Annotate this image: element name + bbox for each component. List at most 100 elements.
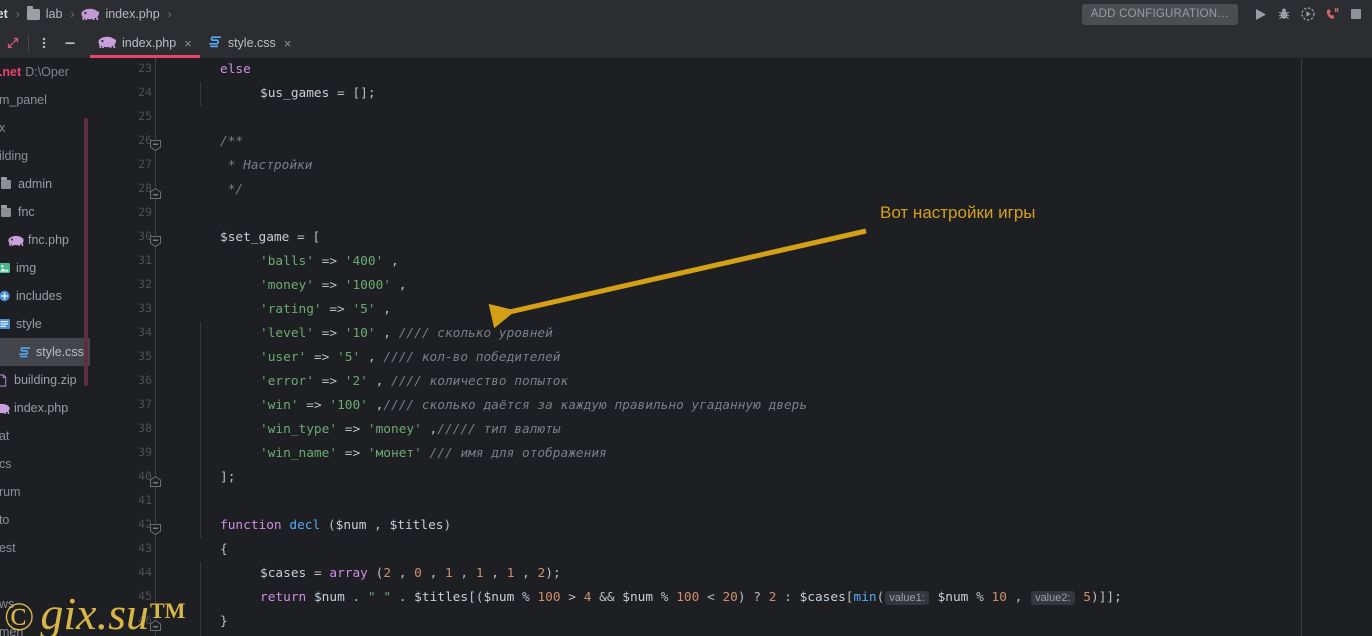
tree-item-b[interactable]: b [0, 562, 90, 590]
code-token: , [391, 278, 407, 293]
tree-item-index-php[interactable]: index.php [0, 394, 90, 422]
breadcrumb-item-lab[interactable]: lab [45, 7, 64, 21]
code-token: [( [468, 590, 484, 605]
code-token: $num [313, 590, 345, 605]
code-token: 0 [414, 566, 422, 581]
run-button[interactable] [1248, 2, 1272, 26]
code-line: 'win_name' => 'монет' /// имя для отобра… [180, 442, 607, 466]
debug-button[interactable] [1272, 2, 1296, 26]
project-tree-scrollbar[interactable] [84, 118, 88, 386]
code-token: 10 [991, 590, 1007, 605]
code-token: '10' [344, 326, 376, 341]
code-token: //// количество попыток [391, 374, 569, 389]
tree-item-img[interactable]: img [0, 254, 90, 282]
code-token: else [220, 62, 251, 77]
fold-collapse-icon[interactable] [149, 235, 162, 248]
editor-gutter[interactable]: 23 24 25 26 27 28 29 30 31 32 33 34 35 3… [90, 58, 180, 636]
tree-item-hat[interactable]: hat [0, 422, 90, 450]
toolbar-divider [28, 35, 29, 51]
code-token: = [329, 86, 353, 101]
code-token: )]]; [1090, 590, 1122, 605]
tree-item-label: style.css [36, 345, 84, 359]
fold-collapse-icon[interactable] [149, 475, 162, 488]
tree-root-path: D:\Oper [25, 65, 69, 79]
tree-item-label: building.zip [14, 373, 77, 387]
code-token: $us_games [260, 86, 330, 101]
code-line: $set_game = [ [180, 226, 320, 250]
code-token: . [344, 590, 368, 605]
stop-button[interactable] [1344, 2, 1368, 26]
breadcrumb-item-indexphp[interactable]: index.php [104, 7, 160, 21]
tree-item-admin[interactable]: admin [0, 170, 90, 198]
tree-item-orum[interactable]: orum [0, 478, 90, 506]
hide-panel-icon[interactable] [0, 30, 26, 56]
code-token: value1: [885, 591, 929, 605]
code-editor[interactable]: 23 24 25 26 27 28 29 30 31 32 33 34 35 3… [90, 58, 1372, 636]
tree-item-uest[interactable]: uest [0, 534, 90, 562]
line-number: 29 [138, 205, 152, 219]
tree-item-hmen[interactable]: hmen [0, 618, 90, 636]
code-token: ) ? [737, 590, 769, 605]
code-token: , [1006, 590, 1031, 605]
code-token: $num [937, 590, 969, 605]
add-configuration-button[interactable]: ADD CONFIGURATION… [1081, 3, 1238, 25]
tree-item-dm_panel[interactable]: dm_panel [0, 86, 90, 114]
more-options-icon[interactable] [31, 30, 57, 56]
code-line: /** [180, 130, 243, 154]
tree-item-ax[interactable]: ax [0, 114, 90, 142]
tree-item-building-zip[interactable]: building.zip [0, 366, 90, 394]
fold-collapse-icon[interactable] [149, 523, 162, 536]
tree-item-root[interactable]: s.netD:\Oper [0, 58, 90, 86]
code-token: '100' [329, 398, 368, 413]
code-token: , [514, 566, 538, 581]
code-token: % [514, 590, 538, 605]
code-token: $cases [799, 590, 846, 605]
minimize-panel-icon[interactable] [57, 30, 83, 56]
code-token: '1000' [344, 278, 391, 293]
tree-item-fnc-php[interactable]: fnc.php [6, 226, 90, 254]
code-token: , [367, 398, 384, 413]
code-token: && [591, 590, 623, 605]
code-token: [] [352, 86, 368, 101]
tree-item-style[interactable]: style [0, 310, 90, 338]
close-icon[interactable]: × [184, 37, 192, 50]
code-line: * Настройки [180, 154, 313, 178]
line-number: 38 [138, 421, 152, 435]
code-token: ]; [220, 470, 236, 485]
tree-item-includes[interactable]: includes [0, 282, 90, 310]
code-token: [ [845, 590, 854, 605]
fold-collapse-icon[interactable] [149, 139, 162, 152]
stop-listening-phone-button[interactable] [1320, 2, 1344, 26]
code-token: 1 [475, 566, 484, 581]
fold-collapse-icon[interactable] [149, 187, 162, 200]
fold-collapse-icon[interactable] [149, 619, 162, 632]
tab-index-php[interactable]: index.php × [90, 28, 200, 58]
code-token: . [391, 590, 415, 605]
code-token: '400' [344, 254, 384, 269]
code-token: 'user' [260, 350, 307, 365]
code-text-area[interactable]: else $us_games = []; /** * Настройки */ … [180, 58, 1372, 636]
tab-style-css[interactable]: style.css × [200, 28, 300, 58]
code-line: else [180, 58, 251, 82]
run-with-coverage-button[interactable] [1296, 2, 1320, 26]
tree-item-ocs[interactable]: ocs [0, 450, 90, 478]
php-icon [81, 8, 100, 20]
code-token: => [298, 398, 330, 413]
tree-item-oto[interactable]: oto [0, 506, 90, 534]
code-token: > [560, 590, 584, 605]
tree-item-uilding[interactable]: uilding [0, 142, 90, 170]
code-token: = [289, 230, 313, 245]
code-token: ; [367, 86, 376, 101]
code-token: 'level' [260, 326, 314, 341]
breadcrumb-separator: › [167, 7, 172, 21]
tree-item-label: uest [0, 541, 16, 555]
tree-item-fnc[interactable]: fnc [0, 198, 90, 226]
tree-item-ews[interactable]: ews [0, 590, 90, 618]
code-token: * Настройки [220, 158, 313, 173]
tree-item-style-css[interactable]: style.css [0, 338, 90, 366]
project-tree[interactable]: s.netD:\Oper dm_panel ax uilding admin f… [0, 58, 90, 636]
breadcrumb-item-net[interactable]: net [0, 7, 9, 21]
run-toolbar: ADD CONFIGURATION… [1081, 2, 1368, 26]
close-icon[interactable]: × [284, 37, 292, 50]
tab-label: style.css [227, 36, 276, 50]
